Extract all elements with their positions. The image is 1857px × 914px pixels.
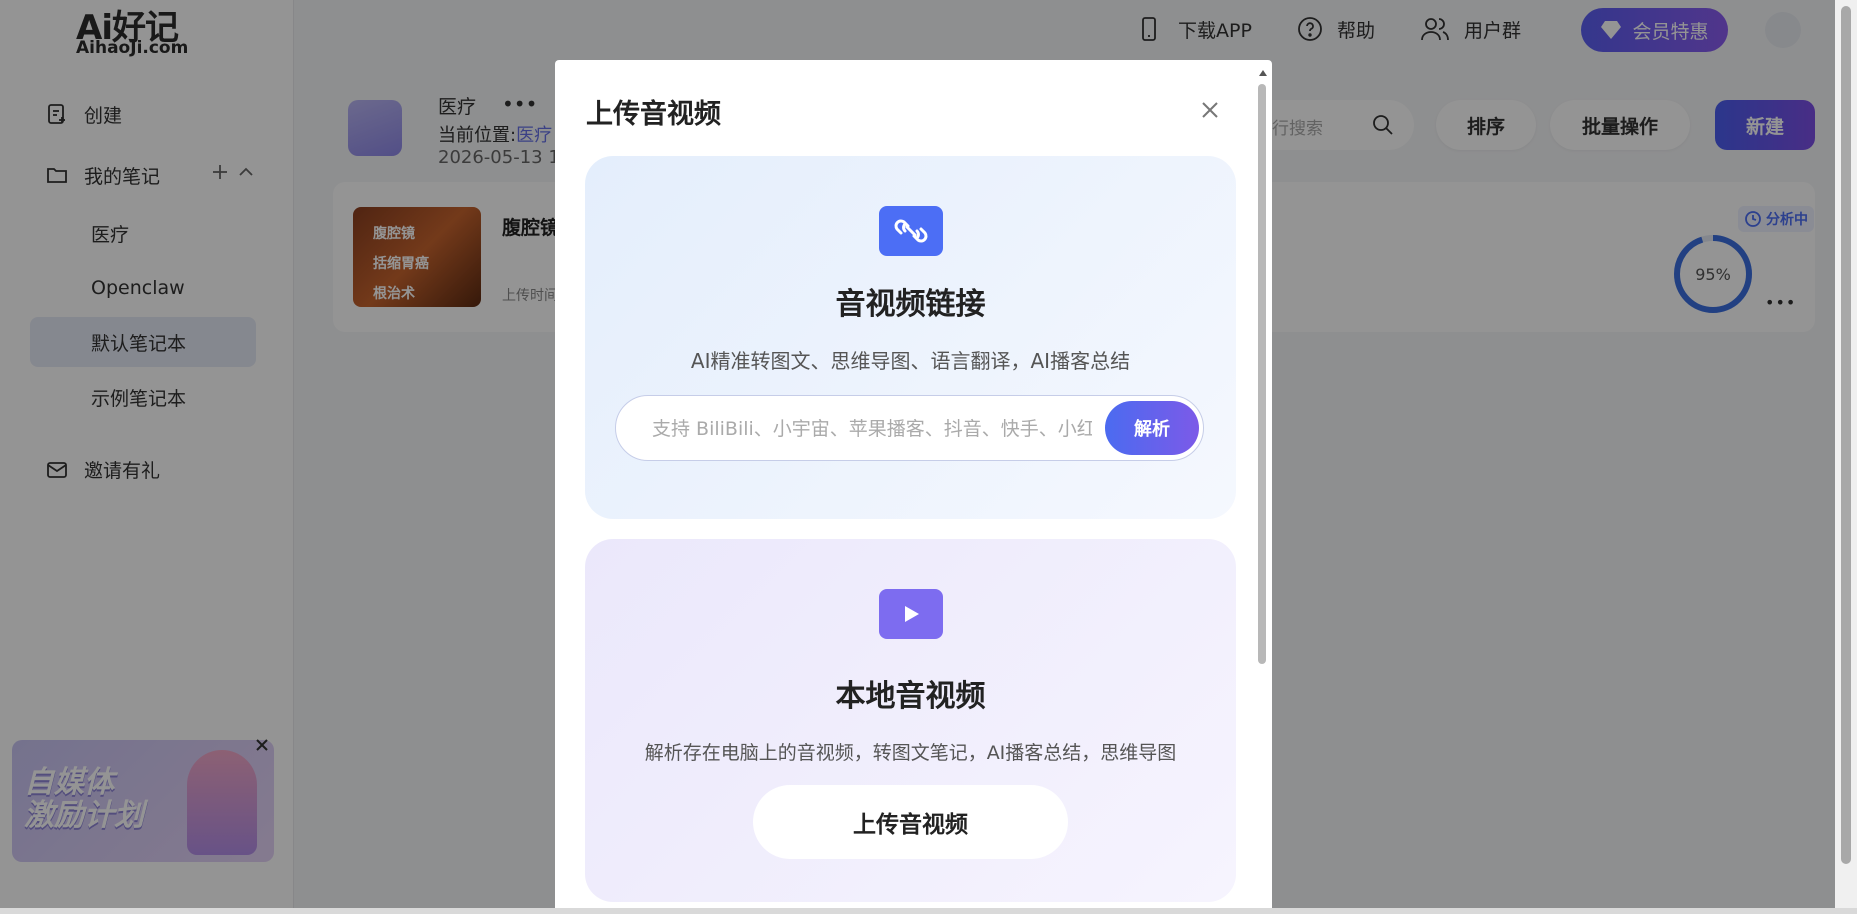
parse-button[interactable]: 解析 bbox=[1105, 401, 1199, 455]
page-scrollbar[interactable] bbox=[1835, 0, 1857, 914]
local-section-title: 本地音视频 bbox=[835, 679, 986, 714]
link-section-title: 音视频链接 bbox=[835, 287, 986, 322]
play-icon bbox=[879, 589, 943, 639]
close-icon[interactable] bbox=[1198, 98, 1222, 122]
upload-button[interactable]: 上传音视频 bbox=[753, 785, 1068, 859]
modal-scrollbar[interactable] bbox=[1256, 64, 1268, 912]
local-section-desc: 解析存在电脑上的音视频，转图文笔记，AI播客总结，思维导图 bbox=[644, 742, 1177, 764]
modal-title: 上传音视频 bbox=[586, 99, 721, 130]
link-icon bbox=[879, 206, 943, 256]
bottom-edge bbox=[0, 908, 1857, 914]
link-section-desc: AI精准转图文、思维导图、语言翻译，AI播客总结 bbox=[690, 349, 1131, 373]
link-input[interactable] bbox=[650, 410, 1094, 448]
